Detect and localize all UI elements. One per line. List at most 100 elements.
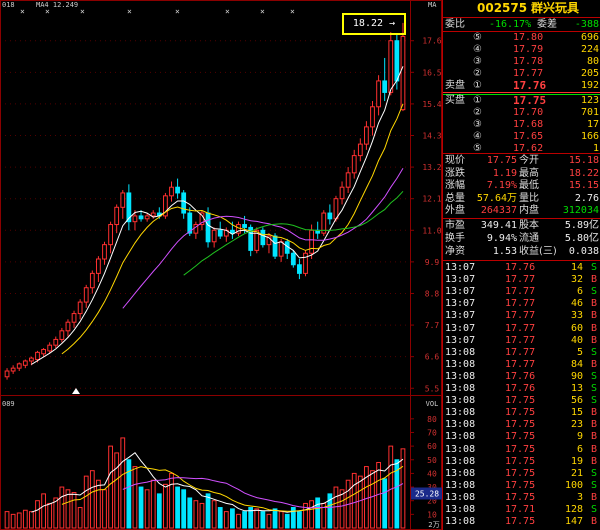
max-price-value: 18.22 [352,18,384,29]
volume-bar [163,483,168,529]
ask-row[interactable]: 卖盘 ① 17.76 192 [443,80,600,92]
marker-x-icon: × [260,7,265,16]
tick-price: 17.75 [505,516,536,528]
candle-body [120,192,126,208]
volume-bar [217,507,223,529]
tick-price: 17.76 [505,383,536,394]
tick-side: S [590,262,597,273]
bid-volume: 701 [580,107,599,118]
tick-time: 13:08 [445,491,476,503]
stat-label: 现价 [445,155,465,166]
candle-body [65,321,71,332]
volume-bar [102,489,107,529]
volume-indicator-id: 089 [2,400,15,408]
volume-bar [193,500,199,529]
tick-row: 13:07 17.77 46 B [443,298,600,310]
tick-volume: 9 [576,431,583,443]
tick-row: 13:07 17.76 14 S [443,262,600,274]
tick-price: 17.77 [505,322,536,334]
stat-label: 内盘 [519,205,539,216]
tick-volume: 40 [570,334,583,346]
ask-price: 17.79 [513,44,544,55]
tick-side: S [590,479,597,491]
tick-volume: 33 [570,310,583,322]
tick-row: 13:07 17.77 40 B [443,335,600,347]
tick-side: B [590,298,597,310]
volume-bar [65,489,71,529]
volume-tick-label: 50 [427,456,437,465]
tick-row: 13:08 17.77 5 S [443,347,600,359]
triangle-marker-icon [72,388,80,394]
volume-bar [339,489,345,529]
ask-level-icon: ② [473,68,482,79]
indicator-id: 018 [2,1,15,9]
candle-body [175,186,180,194]
arrow-right-icon: → [389,18,396,29]
bid-row[interactable]: ③ 17.68 17 [443,119,600,131]
tick-time: 13:07 [445,334,476,346]
tick-time: 13:08 [445,358,476,370]
volume-tick-label: 60 [427,442,437,451]
ask-volume: 80 [586,56,599,67]
kline-chart-svg[interactable]: 018 MA4 12.249 MA 17.6 16.5 15.4 14.3 13.2 12.1 1… [0,0,442,530]
volume-bar [71,492,77,529]
volume-bar [175,486,180,529]
fund-label: 流通 [519,233,539,244]
price-tick-label: 15.4 [422,100,441,109]
tick-row: 13:08 17.75 9 B [443,431,600,443]
kline-chart-area[interactable]: 018 MA4 12.249 MA 17.6 16.5 15.4 14.3 13.2 12.1 1… [0,0,442,530]
volume-bar [370,470,375,529]
candle-body [144,215,150,220]
candle-body [345,172,351,188]
chart-frame [0,0,442,530]
bid-row[interactable]: ② 17.70 701 [443,107,600,119]
tick-row: 13:08 17.76 13 S [443,383,600,395]
stock-header: 002575 群兴玩具 [443,0,600,18]
stat-row: 涨跌 1.19 最高 18.22 [443,168,600,180]
tick-price: 17.75 [505,479,536,491]
volume-bar [199,502,205,529]
bid-row[interactable]: 买盘 ① 17.75 123 [443,95,600,107]
ask-price: 17.78 [513,56,544,67]
tick-volume: 3 [576,491,583,503]
candle-body [89,272,95,289]
volume-bar [41,493,46,529]
tick-time: 13:08 [445,431,476,443]
ask-row[interactable]: ⑤ 17.80 696 [443,32,600,44]
fund-value: 1.53 [492,246,517,257]
ask-row[interactable]: ④ 17.79 224 [443,44,600,56]
tick-price: 17.77 [505,298,536,310]
volume-bar [205,493,211,529]
volume-bar [83,475,89,529]
tick-row: 13:07 17.77 60 B [443,323,600,335]
price-tick-label: 14.3 [422,132,441,141]
volume-bar [16,512,22,529]
price-tick-label: 8.8 [425,289,440,298]
bid-level-icon: ④ [473,131,482,142]
candle-body [169,186,174,197]
tick-side: B [590,443,597,455]
max-price-callout: 18.22 → [342,13,406,35]
fund-label: 净资 [445,246,465,257]
candle-body [77,301,83,315]
tick-time: 13:08 [445,467,476,479]
tick-price: 17.77 [505,358,536,370]
bid-row[interactable]: ④ 17.65 166 [443,131,600,143]
stat-value: 18.22 [568,167,599,179]
candle-body [47,344,53,352]
candle-body [351,155,357,174]
candle-body [41,348,46,355]
ask-row[interactable]: ③ 17.78 80 [443,56,600,68]
tick-price: 17.77 [505,274,536,286]
tick-volume: 90 [570,370,583,382]
tick-side: S [590,395,597,407]
volume-bar [260,511,266,529]
volume-bar [187,497,193,529]
stat-value: 312034 [562,205,599,216]
tick-side: S [590,370,597,382]
fund-value: 5.80亿 [564,233,599,244]
candle-body [357,143,363,157]
tick-volume: 56 [570,395,583,407]
tick-price: 17.75 [505,431,536,443]
candle-body [217,229,223,237]
